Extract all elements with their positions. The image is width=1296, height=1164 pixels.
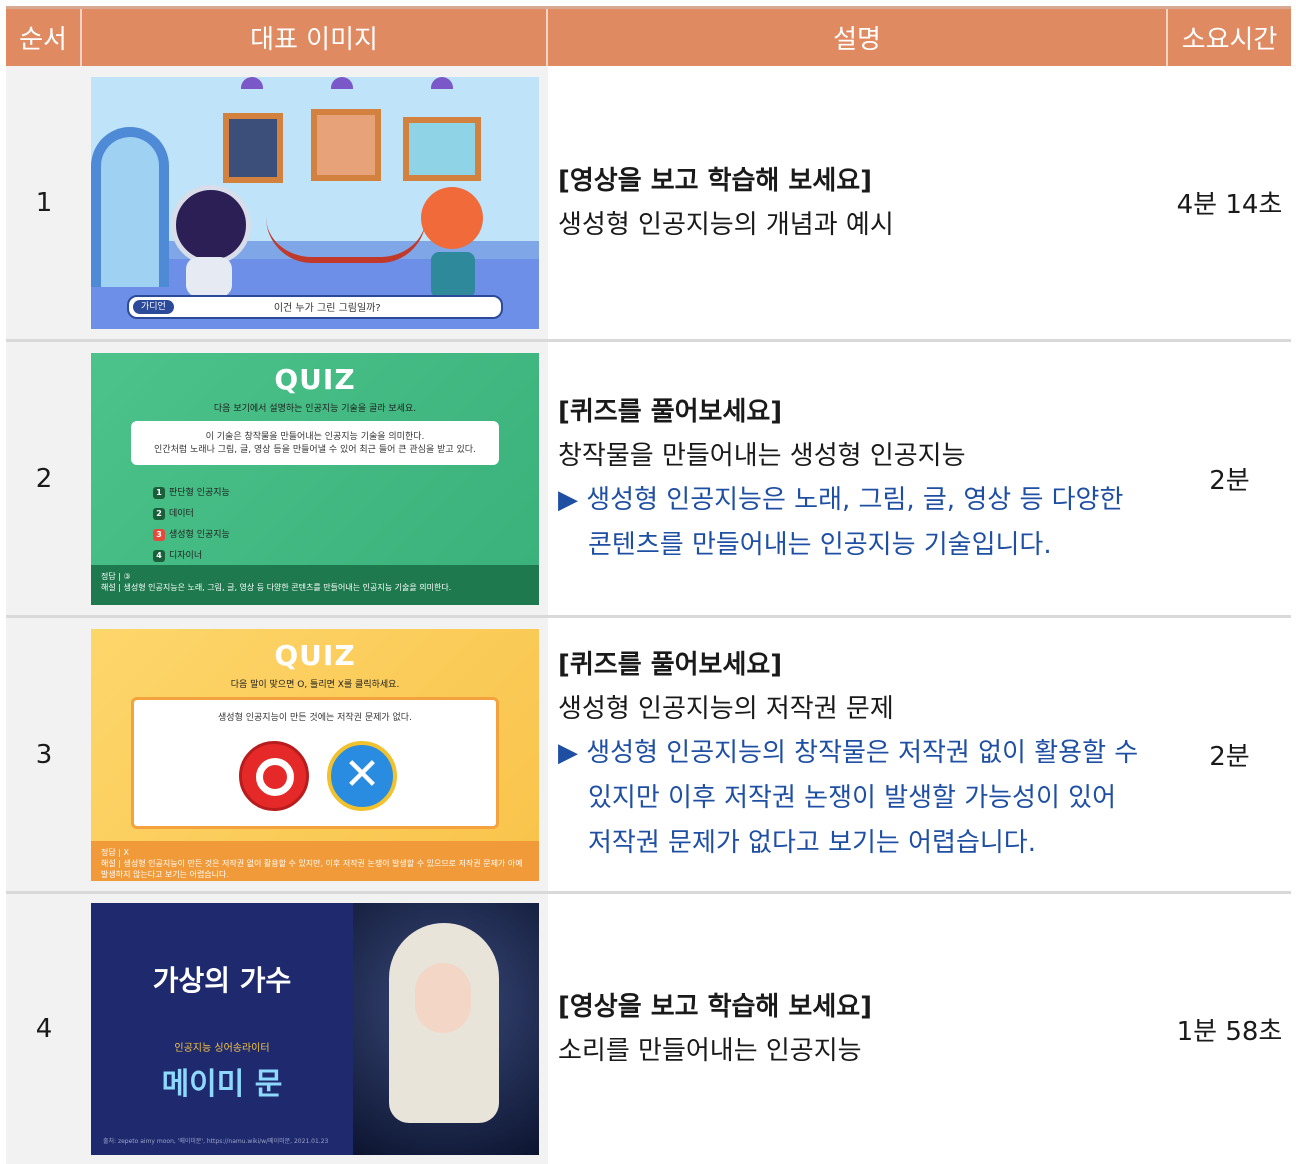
lesson-table: 순서 대표 이미지 설명 소요시간 1 가디언 이건 누가 그린 그림일까? [… [6, 6, 1291, 1164]
painting-frame [403, 116, 481, 181]
answer-explanation: 해설 | 생성형 인공지능이 만든 것은 저작권 없이 활용할 수 있지만, 이… [101, 858, 523, 879]
quiz-question-line: 인간처럼 노래나 그림, 글, 영상 등을 만들어낼 수 있어 최근 들어 큰 … [154, 444, 476, 455]
painting-frame [311, 108, 381, 181]
image-cell: QUIZ 다음 보기에서 설명하는 인공지능 기술을 골라 보세요. 이 기술은… [82, 342, 548, 615]
row-note: ▶ 생성형 인공지능은 노래, 그림, 글, 영상 등 다양한 콘텐츠를 만들어… [558, 484, 1124, 560]
answer-bar: 정답 | ③ 해설 | 생성형 인공지능은 노래, 그림, 글, 영상 등 다양… [91, 564, 539, 605]
quiz-instruction: 다음 말이 맞으면 O, 틀리면 X를 클릭하세요. [230, 679, 400, 690]
quiz-option[interactable]: 1 판단형 인공지능 [153, 485, 230, 499]
row-number: 4 [6, 894, 82, 1164]
quiz-option[interactable]: 2 데이터 [153, 506, 194, 520]
singer-photo [353, 903, 539, 1155]
table-header: 순서 대표 이미지 설명 소요시간 [6, 6, 1291, 66]
robot-body [186, 256, 232, 297]
row-time: 1분 58초 [1176, 1016, 1283, 1047]
o-button[interactable] [239, 740, 309, 811]
speaker-badge: 가디언 [133, 299, 174, 314]
answer-explanation: 해설 | 생성형 인공지능은 노래, 그림, 글, 영상 등 다양한 콘텐츠를 … [101, 582, 452, 592]
singer-face [415, 963, 471, 1033]
table-row: 1 가디언 이건 누가 그린 그림일까? [영상을 보고 학습해 보세요] 생성… [6, 66, 1291, 342]
answer-label: 정답 | ③ [101, 571, 131, 581]
row-title: [영상을 보고 학습해 보세요] [558, 992, 873, 1022]
row-title: [영상을 보고 학습해 보세요] [558, 165, 873, 196]
quiz-question-box: 이 기술은 창작물을 만들어내는 인공지능 기술을 의미한다. 인간처럼 노래나… [131, 420, 499, 465]
quiz-question-line: 생성형 인공지능이 만든 것에는 저작권 문제가 없다. [218, 712, 412, 723]
row-subtitle: 소리를 만들어내는 인공지능 [558, 1036, 862, 1066]
row-number: 2 [6, 342, 82, 615]
answer-label: 정답 | X [101, 847, 129, 857]
thumb-title: 가상의 가수 [152, 964, 292, 997]
rope-barrier [266, 217, 426, 263]
thumbnail-virtual-singer-video[interactable]: 가상의 가수 인공지능 싱어송라이터 메이미 문 출처: zepeto aimy… [91, 903, 539, 1155]
answer-bar: 정답 | X 해설 | 생성형 인공지능이 만든 것은 저작권 없이 활용할 수… [91, 840, 539, 881]
row-time: 2분 [1209, 466, 1250, 496]
description-cell: [퀴즈를 풀어보세요] 생성형 인공지능의 저작권 문제 ▶ 생성형 인공지능의… [548, 618, 1168, 891]
quiz-option[interactable]: 3 생성형 인공지능 [153, 527, 230, 541]
header-description: 설명 [548, 9, 1168, 66]
image-cell: QUIZ 다음 말이 맞으면 O, 틀리면 X를 클릭하세요. 생성형 인공지능… [82, 618, 548, 891]
quiz-logo: QUIZ [274, 362, 356, 396]
quiz-question-line: 이 기술은 창작물을 만들어내는 인공지능 기술을 의미한다. [205, 431, 425, 442]
table-row: 3 QUIZ 다음 말이 맞으면 O, 틀리면 X를 클릭하세요. 생성형 인공… [6, 618, 1291, 894]
lamp-icon [331, 76, 353, 89]
header-image: 대표 이미지 [82, 9, 548, 66]
painting-frame [223, 112, 283, 183]
quiz-question-box: 생성형 인공지능이 만든 것에는 저작권 문제가 없다. [131, 696, 499, 829]
row-number: 1 [6, 66, 82, 339]
thumb-subtitle: 인공지능 싱어송라이터 [174, 1043, 270, 1054]
robot-character [171, 184, 251, 265]
thumbnail-quiz-2[interactable]: QUIZ 다음 말이 맞으면 O, 틀리면 X를 클릭하세요. 생성형 인공지능… [91, 628, 539, 881]
description-cell: [퀴즈를 풀어보세요] 창작물을 만들어내는 생성형 인공지능 ▶ 생성형 인공… [548, 342, 1168, 615]
thumb-source: 출처: zepeto aimy moon, '메이미문', https://na… [103, 1138, 329, 1145]
table-row: 2 QUIZ 다음 보기에서 설명하는 인공지능 기술을 골라 보세요. 이 기… [6, 342, 1291, 618]
quiz-option[interactable]: 4 디자이너 [153, 548, 202, 562]
description-cell: [영상을 보고 학습해 보세요] 소리를 만들어내는 인공지능 [548, 894, 1168, 1164]
description-cell: [영상을 보고 학습해 보세요] 생성형 인공지능의 개념과 예시 [548, 66, 1168, 339]
subtitle-caption: 이건 누가 그린 그림일까? [273, 303, 381, 314]
row-subtitle: 생성형 인공지능의 개념과 예시 [558, 209, 894, 240]
girl-body [431, 251, 475, 298]
row-time: 2분 [1209, 742, 1250, 772]
thumb-singer-name: 메이미 문 [161, 1067, 283, 1102]
arch [91, 126, 169, 287]
row-note: ▶ 생성형 인공지능의 창작물은 저작권 없이 활용할 수 있지만 이후 저작권… [558, 738, 1139, 858]
image-cell: 가디언 이건 누가 그린 그림일까? [82, 66, 548, 339]
row-number: 3 [6, 618, 82, 891]
lamp-icon [241, 76, 263, 89]
row-title: [퀴즈를 풀어보세요] [558, 650, 783, 680]
girl-character [421, 186, 483, 249]
thumbnail-museum-video[interactable]: 가디언 이건 누가 그린 그림일까? [91, 76, 539, 329]
row-subtitle: 생성형 인공지능의 저작권 문제 [558, 694, 894, 724]
quiz-logo: QUIZ [274, 638, 356, 672]
thumbnail-quiz-1[interactable]: QUIZ 다음 보기에서 설명하는 인공지능 기술을 골라 보세요. 이 기술은… [91, 352, 539, 605]
header-order: 순서 [6, 9, 82, 66]
x-button[interactable]: ✕ [327, 740, 397, 811]
quiz-instruction: 다음 보기에서 설명하는 인공지능 기술을 골라 보세요. [213, 403, 417, 414]
lamp-icon [431, 76, 453, 89]
row-subtitle: 창작물을 만들어내는 생성형 인공지능 [558, 440, 966, 471]
subtitle-bar: 가디언 이건 누가 그린 그림일까? [127, 294, 503, 319]
image-cell: 가상의 가수 인공지능 싱어송라이터 메이미 문 출처: zepeto aimy… [82, 894, 548, 1164]
row-time: 4분 14초 [1176, 190, 1283, 220]
header-time: 소요시간 [1181, 25, 1278, 55]
table-row: 4 가상의 가수 인공지능 싱어송라이터 메이미 문 출처: zepeto ai… [6, 894, 1291, 1164]
row-title: [퀴즈를 풀어보세요] [558, 396, 783, 427]
